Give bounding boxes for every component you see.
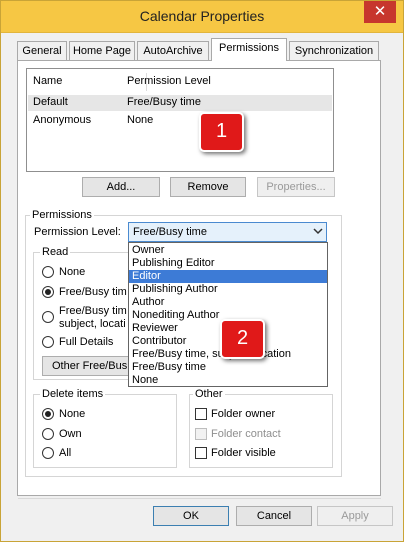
other-group-title: Other xyxy=(193,388,225,400)
read-free-busy-radio[interactable] xyxy=(42,286,54,298)
calendar-properties-dialog: Calendar Properties ✕ General Home Page … xyxy=(0,0,404,542)
row-level: None xyxy=(127,114,154,126)
properties-button[interactable]: Properties... xyxy=(257,177,335,197)
add-button[interactable]: Add... xyxy=(82,177,160,197)
read-free-busy-subject-radio[interactable] xyxy=(42,311,54,323)
option-none[interactable]: None xyxy=(129,374,327,387)
apply-button[interactable]: Apply xyxy=(317,506,393,526)
footer-divider xyxy=(18,498,381,499)
permission-level-dropdown[interactable]: Owner Publishing Editor Editor Publishin… xyxy=(128,242,328,387)
delete-all-radio[interactable] xyxy=(42,447,54,459)
option-owner[interactable]: Owner xyxy=(129,244,327,257)
permission-level-label: Permission Level: xyxy=(34,226,121,238)
read-none-label: None xyxy=(59,266,86,278)
remove-button[interactable]: Remove xyxy=(170,177,246,197)
read-free-busy-label: Free/Busy tim xyxy=(59,286,127,298)
tab-general[interactable]: General xyxy=(17,41,67,60)
option-author[interactable]: Author xyxy=(129,296,327,309)
folder-owner-checkbox[interactable] xyxy=(195,408,207,420)
read-free-busy-subject-label: Free/Busy tim xyxy=(59,305,127,317)
tab-autoarchive[interactable]: AutoArchive xyxy=(137,41,209,60)
permission-level-value: Free/Busy time xyxy=(133,226,207,238)
row-level: Free/Busy time xyxy=(127,96,201,108)
window-title: Calendar Properties xyxy=(139,8,265,24)
option-publishing-editor[interactable]: Publishing Editor xyxy=(129,257,327,270)
folder-visible-label: Folder visible xyxy=(211,447,276,459)
tab-synchronization[interactable]: Synchronization xyxy=(289,41,379,60)
folder-contact-checkbox[interactable] xyxy=(195,428,207,440)
delete-items-group xyxy=(33,394,177,468)
column-header-name[interactable]: Name xyxy=(33,75,62,89)
permission-level-select[interactable]: Free/Busy time xyxy=(128,222,327,242)
folder-contact-label: Folder contact xyxy=(211,428,281,440)
close-button[interactable]: ✕ xyxy=(364,1,396,23)
delete-items-title: Delete items xyxy=(40,388,106,400)
option-editor[interactable]: Editor xyxy=(129,270,327,283)
row-name: Default xyxy=(33,96,68,108)
folder-visible-checkbox[interactable] xyxy=(195,447,207,459)
other-free-busy-button[interactable]: Other Free/Bus xyxy=(42,356,132,376)
option-publishing-author[interactable]: Publishing Author xyxy=(129,283,327,296)
permissions-group-title: Permissions xyxy=(30,209,94,221)
delete-all-label: All xyxy=(59,447,72,459)
option-free-busy-time[interactable]: Free/Busy time xyxy=(129,361,327,374)
cancel-button[interactable]: Cancel xyxy=(236,506,312,526)
read-none-radio[interactable] xyxy=(42,266,54,278)
delete-none-radio[interactable] xyxy=(42,408,54,420)
tab-home-page[interactable]: Home Page xyxy=(69,41,135,60)
delete-own-label: Own xyxy=(59,428,82,440)
chevron-down-icon xyxy=(313,228,323,235)
tab-permissions[interactable]: Permissions xyxy=(211,38,287,61)
column-header-permission-level[interactable]: Permission Level xyxy=(127,75,211,89)
read-subject-location-label: subject, locati xyxy=(59,318,126,330)
folder-owner-label: Folder owner xyxy=(211,408,276,420)
delete-own-radio[interactable] xyxy=(42,428,54,440)
read-group-title: Read xyxy=(40,246,71,258)
permissions-list[interactable]: Name Permission Level Default Free/Busy … xyxy=(26,68,334,172)
list-row-anonymous[interactable]: Anonymous None xyxy=(28,113,332,129)
read-full-details-radio[interactable] xyxy=(42,336,54,348)
row-name: Anonymous xyxy=(33,114,92,126)
callout-1: 1 xyxy=(199,112,244,152)
read-full-details-label: Full Details xyxy=(59,336,114,348)
title-bar: Calendar Properties ✕ xyxy=(1,1,403,33)
list-row-default[interactable]: Default Free/Busy time xyxy=(28,95,332,111)
callout-2: 2 xyxy=(220,319,265,359)
ok-button[interactable]: OK xyxy=(153,506,229,526)
delete-none-label: None xyxy=(59,408,86,420)
